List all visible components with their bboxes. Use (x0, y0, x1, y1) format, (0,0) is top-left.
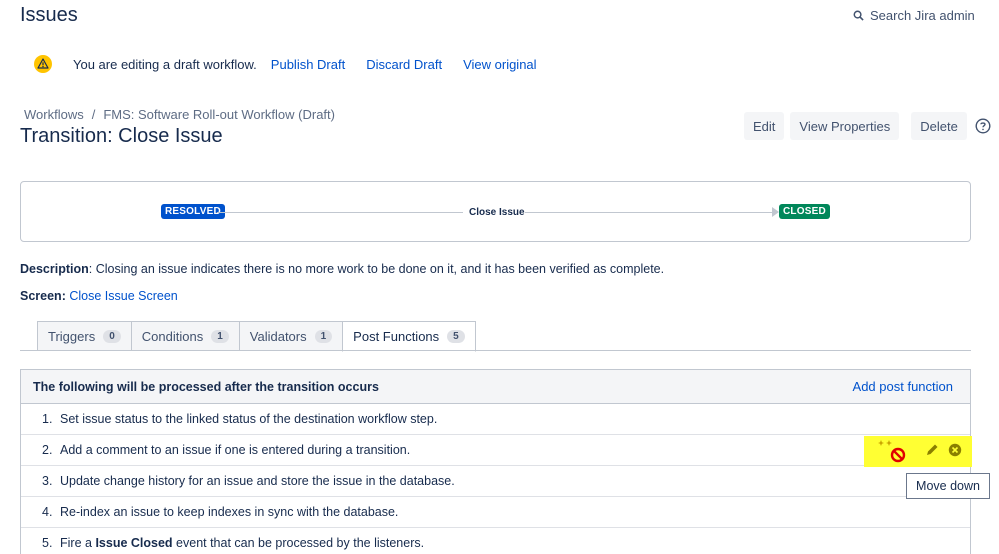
row-text-prefix: Fire a (60, 536, 96, 550)
row-text-suffix: event that can be processed by the liste… (172, 536, 425, 550)
tab-count: 0 (103, 329, 121, 343)
view-properties-button[interactable]: View Properties (790, 112, 900, 140)
move-down-tooltip: Move down (906, 473, 990, 499)
transition-diagram: RESOLVED Close Issue CLOSED (20, 181, 971, 242)
edit-pencil-icon[interactable] (925, 443, 939, 457)
arrow-head-icon (772, 207, 779, 217)
description: Description: Closing an issue indicates … (20, 262, 664, 276)
tab-label: Conditions (141, 328, 204, 344)
edit-button[interactable]: Edit (744, 112, 785, 140)
row-number: 2. (42, 443, 53, 457)
screen-link[interactable]: Close Issue Screen (69, 289, 177, 303)
tab-validators[interactable]: Validators 1 (238, 321, 343, 351)
add-post-function-link[interactable]: Add post function (853, 379, 953, 394)
discard-draft-link[interactable]: Discard Draft (366, 57, 442, 72)
post-functions-header: The following will be processed after th… (21, 370, 970, 404)
transition-tabs: Triggers 0 Conditions 1 Validators 1 Post F… (37, 321, 476, 352)
status-closed[interactable]: CLOSED (779, 204, 830, 219)
breadcrumb: Workflows / FMS: Software Roll-out Workflo… (24, 107, 335, 122)
flow-line (525, 212, 775, 213)
tab-conditions[interactable]: Conditions 1 (130, 321, 239, 351)
post-functions-table: The following will be processed after th… (20, 369, 972, 554)
description-label: Description (20, 262, 89, 276)
table-row: 2. Add a comment to an issue if one is e… (21, 435, 972, 467)
row-text: Re-index an issue to keep indexes in syn… (60, 505, 399, 519)
breadcrumb-current[interactable]: FMS: Software Roll-out Workflow (Draft) (103, 107, 335, 122)
delete-circle-icon[interactable] (948, 443, 962, 457)
tab-post-functions[interactable]: Post Functions 5 (342, 321, 476, 352)
draft-banner: You are editing a draft workflow. Publis… (34, 55, 558, 73)
view-original-link[interactable]: View original (463, 57, 536, 72)
tab-triggers[interactable]: Triggers 0 (37, 321, 131, 351)
row-text: Add a comment to an issue if one is ente… (60, 443, 411, 457)
tab-count: 1 (314, 329, 333, 343)
search-label: Search Jira admin (870, 8, 975, 23)
tab-label: Triggers (48, 328, 96, 344)
page-title: Issues (20, 4, 78, 26)
transition-title: Transition: Close Issue (20, 125, 223, 147)
table-row: 3. Update change history for an issue an… (21, 466, 970, 497)
publish-draft-link[interactable]: Publish Draft (271, 57, 345, 72)
search-link[interactable]: Search Jira admin (853, 8, 975, 23)
draft-message: You are editing a draft workflow. (73, 56, 257, 72)
tab-count: 1 (211, 329, 229, 343)
transition-label: Close Issue (469, 207, 525, 218)
flow-line (217, 212, 463, 213)
breadcrumb-workflows[interactable]: Workflows (24, 107, 84, 122)
table-row: 5. Fire a Issue Closed event that can be… (21, 528, 970, 554)
tab-count: 5 (447, 330, 465, 343)
row-number: 3. (42, 474, 53, 488)
row-number: 4. (42, 505, 53, 519)
tabs-divider (20, 350, 971, 351)
status-resolved[interactable]: RESOLVED (161, 204, 225, 219)
row-number: 1. (42, 412, 53, 426)
search-icon (853, 10, 864, 21)
tab-label: Validators (249, 328, 307, 344)
breadcrumb-separator: / (91, 107, 96, 122)
screen-label: Screen (20, 289, 62, 303)
description-text: : Closing an issue indicates there is no… (88, 262, 665, 276)
not-allowed-icon[interactable] (890, 447, 906, 463)
row-number: 5. (42, 536, 53, 550)
event-name: Issue Closed (95, 536, 173, 550)
tab-label: Post Functions (353, 329, 440, 344)
row-actions-highlight (864, 436, 972, 467)
table-row: 1. Set issue status to the linked status… (21, 404, 970, 435)
screen-info: Screen: Close Issue Screen (20, 289, 178, 303)
row-text: Set issue status to the linked status of… (60, 412, 438, 426)
help-icon[interactable] (975, 118, 991, 134)
warning-icon (34, 55, 52, 73)
delete-button[interactable]: Delete (911, 112, 967, 140)
post-functions-title: The following will be processed after th… (33, 379, 379, 394)
row-text: Update change history for an issue and s… (60, 474, 455, 488)
transition-actions: Edit View Properties Delete (744, 112, 991, 140)
table-row: 4. Re-index an issue to keep indexes in … (21, 497, 970, 528)
screen-separator: : (61, 289, 66, 303)
